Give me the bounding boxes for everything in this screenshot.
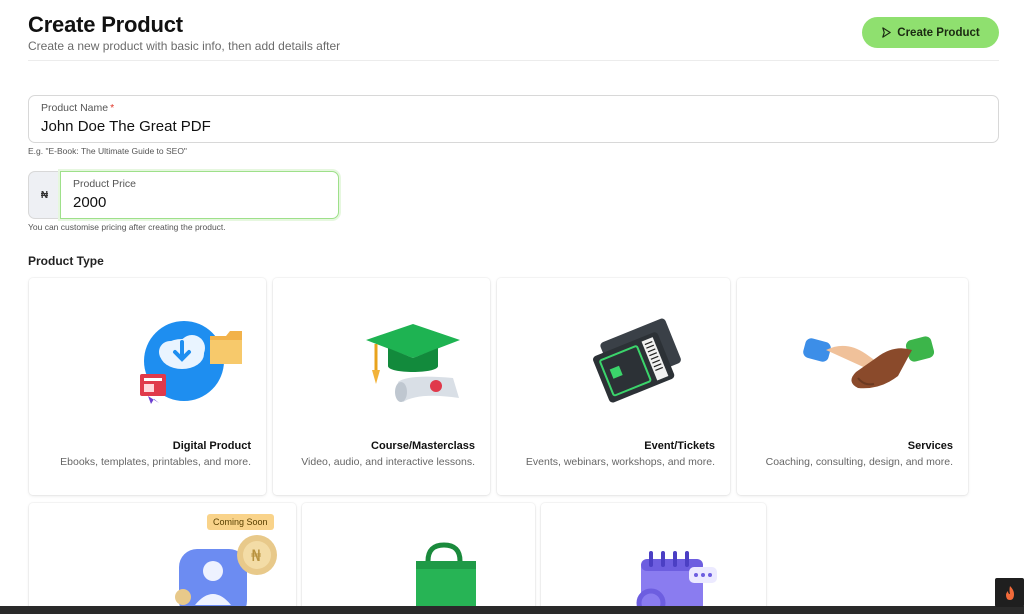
coming-soon-badge: Coming Soon xyxy=(207,514,274,530)
shopping-bag-icon xyxy=(416,542,476,611)
product-price-hint: You can customise pricing after creating… xyxy=(28,222,226,232)
card-description: Video, audio, and interactive lessons. xyxy=(301,456,475,468)
product-type-title: Product Type xyxy=(28,254,104,268)
card-title: Services xyxy=(907,440,953,452)
product-price-group: ₦ Product Price xyxy=(28,171,339,219)
cloud-download-icon xyxy=(140,321,242,404)
product-type-card-services[interactable]: Services Coaching, consulting, design, a… xyxy=(737,278,968,495)
card-description: Events, webinars, workshops, and more. xyxy=(525,456,715,468)
create-product-button[interactable]: Create Product xyxy=(862,17,999,48)
product-name-input[interactable] xyxy=(41,118,981,135)
card-title: Event/Tickets xyxy=(644,440,715,452)
currency-symbol: ₦ xyxy=(28,171,60,219)
svg-text:₦: ₦ xyxy=(251,546,261,565)
product-name-label: Product Name * xyxy=(41,102,115,114)
product-price-field[interactable]: Product Price xyxy=(60,171,339,219)
handshake-icon xyxy=(803,336,935,389)
required-mark: * xyxy=(110,102,115,114)
card-title: Course/Masterclass xyxy=(371,440,475,452)
product-name-hint: E.g. "E-Book: The Ultimate Guide to SEO" xyxy=(28,146,187,156)
card-description: Coaching, consulting, design, and more. xyxy=(765,456,953,468)
product-type-card-community[interactable]: Coming Soon ₦ xyxy=(29,503,296,614)
card-title: Digital Product xyxy=(172,440,251,452)
page-subtitle: Create a new product with basic info, th… xyxy=(28,39,341,53)
product-name-field[interactable]: Product Name * xyxy=(28,95,999,143)
calendar-icon xyxy=(636,551,717,614)
page-header: Create Product Create a new product with… xyxy=(28,12,999,61)
product-type-card-physical[interactable] xyxy=(302,503,535,614)
card-description: Ebooks, templates, printables, and more. xyxy=(60,456,251,468)
create-product-label: Create Product xyxy=(897,26,980,39)
product-price-input[interactable] xyxy=(73,194,323,211)
send-icon xyxy=(882,27,892,38)
tickets-icon xyxy=(593,318,681,403)
product-type-card-booking[interactable] xyxy=(541,503,766,614)
product-type-card-event[interactable]: Event/Tickets Events, webinars, workshop… xyxy=(497,278,730,495)
product-type-card-course[interactable]: Course/Masterclass Video, audio, and int… xyxy=(273,278,490,495)
community-icon: ₦ xyxy=(175,535,277,613)
graduation-cap-icon xyxy=(366,324,460,402)
product-price-label: Product Price xyxy=(73,178,137,190)
product-type-card-digital[interactable]: Digital Product Ebooks, templates, print… xyxy=(29,278,266,495)
bottom-bar xyxy=(0,606,1024,614)
page-title: Create Product xyxy=(28,12,183,37)
fire-icon xyxy=(1005,585,1014,600)
fire-button[interactable] xyxy=(995,578,1024,607)
